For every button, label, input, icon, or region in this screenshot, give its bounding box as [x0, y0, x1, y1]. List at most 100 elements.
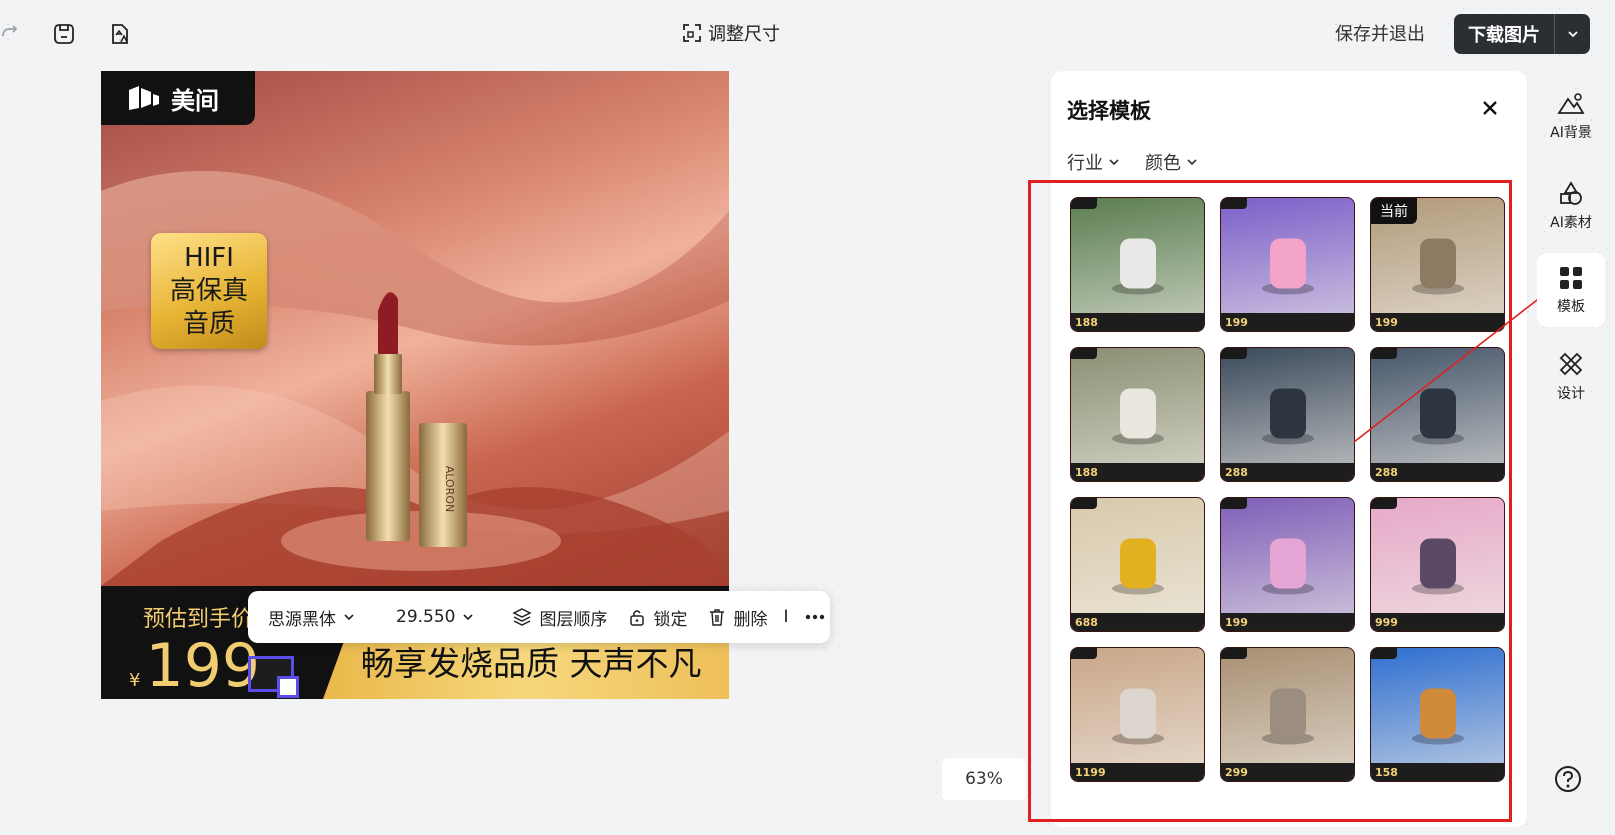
chevron-down-icon [1109, 159, 1119, 166]
brand-name: 美间 [171, 86, 219, 115]
brand-logo: 美间 [101, 71, 255, 125]
template-price: 158 [1375, 766, 1398, 779]
rail-label: 模板 [1557, 298, 1585, 315]
resize-button[interactable]: 调整尺寸 [682, 20, 780, 46]
help-icon[interactable] [1553, 764, 1583, 798]
badge-line: 音质 [182, 308, 235, 339]
template-price: 999 [1375, 616, 1398, 629]
template-thumbnail[interactable]: 199 [1220, 197, 1355, 332]
redo-icon[interactable] [0, 20, 20, 46]
lock-label: 锁定 [653, 609, 688, 630]
product-text: ALORON [443, 466, 456, 512]
rail-item-design[interactable]: 设计 [1537, 339, 1605, 413]
brand-tag [1071, 498, 1097, 509]
brand-tag [1071, 348, 1097, 359]
chevron-down-icon [344, 614, 354, 621]
download-button[interactable]: 下载图片 [1454, 14, 1590, 54]
industry-filter[interactable]: 行业 [1067, 149, 1121, 175]
hifi-badge[interactable]: HIFI 高保真 音质 [151, 233, 267, 349]
template-thumbnail[interactable]: 158 [1370, 647, 1505, 782]
template-price: 288 [1375, 466, 1398, 479]
resize-handle[interactable] [277, 676, 299, 698]
template-thumbnail[interactable]: 688 [1070, 497, 1205, 632]
download-label: 下载图片 [1468, 25, 1540, 46]
template-thumbnail[interactable]: 1199 [1070, 647, 1205, 782]
layer-order-label: 图层顺序 [539, 609, 608, 630]
brand-tag [1221, 498, 1247, 509]
lock-icon [630, 610, 645, 626]
product-image [1261, 538, 1314, 594]
template-price: 199 [1225, 316, 1248, 329]
template-price: 688 [1075, 616, 1098, 629]
rail-label: 设计 [1557, 385, 1585, 402]
template-price: 288 [1225, 466, 1248, 479]
design-icon [1559, 352, 1583, 375]
panel-title: 选择模板 [1067, 99, 1151, 123]
template-thumbnail[interactable]: 299 [1220, 647, 1355, 782]
text-toolbar: 思源黑体 29.550 图层顺序 锁定 删除 I [248, 591, 830, 643]
color-filter-label: 颜色 [1145, 153, 1181, 174]
delete-button[interactable]: 删除 [707, 605, 767, 630]
layer-order-button[interactable]: 图层顺序 [511, 605, 607, 630]
product-image [1111, 238, 1164, 294]
save-icon[interactable] [50, 20, 78, 48]
zoom-level[interactable]: 63% [942, 758, 1026, 800]
chevron-down-icon [1187, 159, 1197, 166]
top-bar: 调整尺寸 保存并退出 下载图片 [0, 0, 1615, 66]
ai-material-icon [1560, 180, 1582, 205]
product-image [1261, 238, 1314, 294]
rail-label: AI背景 [1550, 124, 1592, 141]
rail-item-templates[interactable]: 模板 [1537, 253, 1605, 327]
save-exit-button[interactable]: 保存并退出 [1335, 20, 1425, 46]
font-size-value: 29.550 [396, 607, 456, 627]
product-image [1111, 538, 1164, 594]
badge-line: HIFI [184, 242, 234, 273]
badge-line: 高保真 [169, 275, 248, 306]
lock-button[interactable]: 锁定 [627, 605, 687, 630]
brand-tag [1221, 648, 1247, 659]
brand-tag [1071, 198, 1097, 209]
color-filter[interactable]: 颜色 [1145, 149, 1199, 175]
estimate-label[interactable]: 预估到手价 [143, 601, 253, 633]
layers-icon [512, 608, 533, 626]
product-image [1261, 688, 1314, 744]
ai-background-icon [1557, 92, 1585, 114]
rail-item-ai-material[interactable]: AI素材 [1537, 169, 1605, 243]
product-image [1111, 688, 1164, 744]
chevron-down-icon[interactable] [1554, 14, 1590, 54]
product-image [1261, 388, 1314, 444]
more-button[interactable] [805, 614, 825, 620]
product-image [1411, 688, 1464, 744]
delete-label: 删除 [733, 609, 768, 630]
translate-icon[interactable] [106, 20, 134, 48]
brand-tag [1071, 648, 1097, 659]
template-thumbnail[interactable]: 288 [1220, 347, 1355, 482]
template-thumbnail[interactable]: 199 [1220, 497, 1355, 632]
resize-label: 调整尺寸 [708, 24, 780, 45]
brand-tag [1221, 198, 1247, 209]
brand-logo-icon [129, 86, 159, 110]
template-thumbnail[interactable]: 999 [1370, 497, 1505, 632]
brand-tag [1371, 648, 1397, 659]
close-icon[interactable] [1479, 97, 1501, 119]
font-name: 思源黑体 [268, 609, 336, 630]
filter-bar: 行业 颜色 [1067, 149, 1199, 175]
template-price: 299 [1225, 766, 1248, 779]
template-price: 188 [1075, 466, 1098, 479]
font-size-select[interactable]: 29.550 [396, 607, 475, 627]
current-tag: 当前 [1371, 198, 1417, 224]
more-icon [805, 614, 824, 620]
rail-item-ai-background[interactable]: AI背景 [1537, 79, 1605, 153]
template-thumbnail[interactable]: 188 [1070, 197, 1205, 332]
font-select[interactable]: 思源黑体 [268, 605, 356, 630]
industry-filter-label: 行业 [1067, 153, 1103, 174]
slogan-text[interactable]: 畅享发烧品质 天声不凡 [361, 637, 702, 685]
templates-icon [1560, 266, 1582, 289]
template-price: 188 [1075, 316, 1098, 329]
brand-tag [1221, 348, 1247, 359]
template-thumbnail[interactable]: 188 [1070, 347, 1205, 482]
brand-tag [1371, 498, 1397, 509]
product-image [1411, 538, 1464, 594]
price-text[interactable]: ¥ 199 [129, 636, 260, 696]
currency-symbol: ¥ [129, 670, 141, 691]
